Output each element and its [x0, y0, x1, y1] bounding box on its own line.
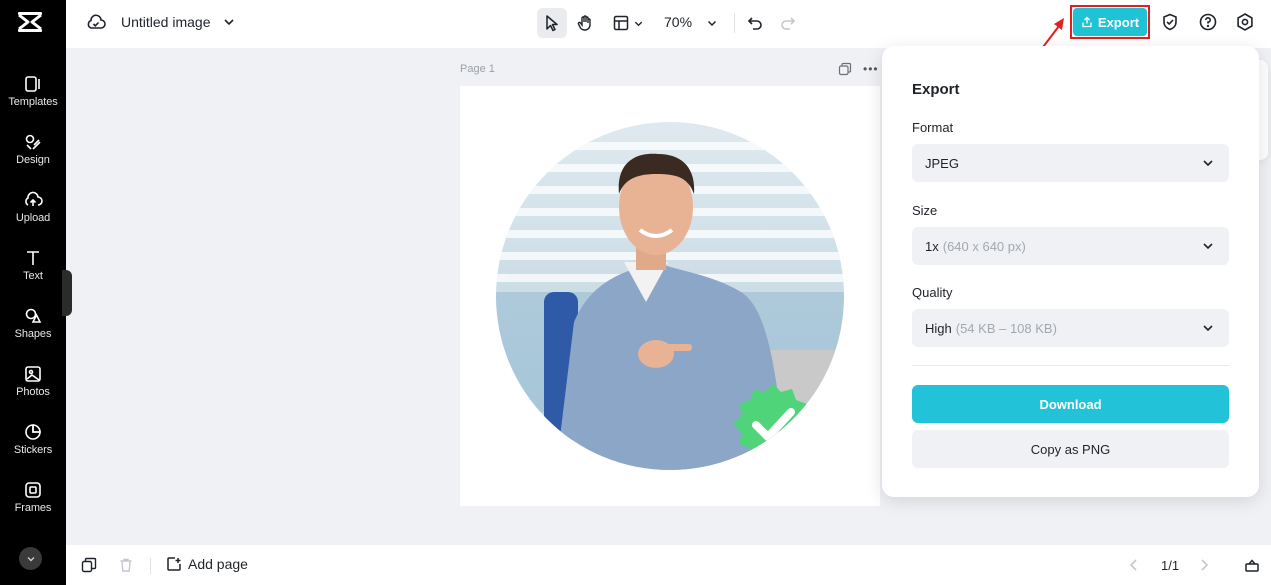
page-counter: 1/1	[1161, 558, 1180, 573]
chevron-down-icon	[1203, 243, 1213, 250]
format-value: JPEG	[925, 155, 959, 171]
copy-as-png-button[interactable]: Copy as PNG	[912, 430, 1229, 468]
design-canvas-page[interactable]	[460, 86, 880, 506]
undo-button[interactable]	[744, 8, 766, 38]
export-panel-title: Export	[912, 81, 960, 98]
sidebar-item-design[interactable]: Design	[0, 132, 66, 182]
help-icon[interactable]	[1198, 12, 1218, 32]
export-button[interactable]: Export	[1073, 8, 1147, 36]
zoom-level[interactable]: 70%	[664, 14, 692, 30]
trash-icon[interactable]	[118, 557, 134, 573]
page-more-options-icon[interactable]: •••	[863, 62, 879, 76]
sidebar-item-label: Text	[23, 270, 43, 282]
layers-icon[interactable]	[81, 557, 97, 573]
frames-icon	[25, 482, 41, 498]
hand-icon	[577, 15, 591, 31]
format-select[interactable]: JPEG	[912, 144, 1229, 182]
text-icon	[27, 251, 39, 265]
layout-icon	[613, 15, 629, 31]
sidebar-item-label: Templates	[8, 96, 58, 108]
layout-dropdown-button[interactable]	[607, 8, 649, 38]
download-button[interactable]: Download	[912, 385, 1229, 423]
add-page-label: Add page	[188, 556, 248, 572]
document-title[interactable]: Untitled image	[121, 14, 211, 30]
shield-icon[interactable]	[1160, 12, 1180, 32]
top-toolbar: Untitled image 70% Export	[66, 0, 1271, 60]
profile-photo[interactable]	[496, 122, 844, 470]
toolbar-divider	[734, 13, 735, 33]
size-label: Size	[912, 203, 938, 218]
design-icon	[25, 134, 41, 150]
redo-icon	[781, 17, 796, 30]
expand-pages-icon[interactable]	[1244, 557, 1260, 573]
cloud-sync-icon[interactable]	[86, 13, 106, 33]
format-label: Format	[912, 120, 954, 135]
undo-icon	[747, 17, 762, 30]
sidebar-item-frames[interactable]: Frames	[0, 480, 66, 530]
sidebar-item-label: Design	[16, 154, 50, 166]
chevron-down-icon	[27, 556, 34, 561]
export-button-label: Export	[1097, 14, 1140, 30]
chevron-down-icon[interactable]	[222, 15, 236, 29]
capcut-logo-icon[interactable]	[17, 11, 43, 33]
chevron-down-icon	[707, 20, 717, 27]
sidebar-item-photos[interactable]: Photos	[0, 364, 66, 414]
add-page-button[interactable]: Add page	[166, 556, 248, 572]
size-detail: (640 x 640 px)	[942, 238, 1026, 254]
sidebar-item-label: Photos	[16, 386, 50, 398]
sidebar-item-label: Frames	[14, 502, 52, 514]
bottom-toolbar: Add page 1/1	[66, 545, 1271, 585]
cursor-icon	[546, 15, 558, 32]
hand-tool-button[interactable]	[570, 8, 600, 38]
sidebar-item-upload[interactable]: Upload	[0, 190, 66, 240]
sidebar-item-label: Shapes	[14, 328, 52, 340]
duplicate-page-icon[interactable]	[838, 62, 852, 76]
sidebar-item-label: Upload	[15, 212, 51, 224]
quality-select[interactable]: High (54 KB – 108 KB)	[912, 309, 1229, 347]
shapes-icon	[25, 308, 42, 323]
upload-icon	[25, 191, 43, 206]
more-chevron-button[interactable]	[19, 547, 42, 570]
page-label: Page 1	[460, 63, 495, 75]
sidebar-item-shapes[interactable]: Shapes	[0, 306, 66, 356]
verified-badge-icon	[733, 384, 813, 464]
stickers-icon	[25, 424, 41, 440]
chevron-down-icon	[1203, 160, 1213, 167]
gear-icon[interactable]	[1235, 12, 1255, 32]
redo-button[interactable]	[777, 8, 799, 38]
photos-icon	[25, 366, 41, 382]
sidebar-item-text[interactable]: Text	[0, 248, 66, 298]
chevron-left-icon[interactable]	[1126, 557, 1142, 573]
chevron-right-icon[interactable]	[1196, 557, 1212, 573]
size-value: 1x	[925, 238, 939, 254]
templates-icon	[25, 76, 40, 92]
add-page-icon	[167, 557, 181, 571]
sidebar-item-templates[interactable]: Templates	[0, 74, 66, 124]
zoom-dropdown-button[interactable]	[703, 8, 721, 38]
sidebar-collapse-handle[interactable]	[62, 270, 72, 316]
select-tool-button[interactable]	[537, 8, 567, 38]
quality-detail: (54 KB – 108 KB)	[955, 320, 1057, 336]
panel-divider	[912, 365, 1229, 366]
sidebar-item-stickers[interactable]: Stickers	[0, 422, 66, 472]
quality-label: Quality	[912, 285, 953, 300]
left-sidebar: Templates Design Upload Text Shapes Phot…	[0, 0, 66, 585]
export-panel: Export Format JPEG Size 1x (640 x 640 px…	[882, 46, 1259, 497]
sidebar-item-label: Stickers	[13, 444, 53, 456]
bottom-divider	[150, 558, 151, 574]
size-select[interactable]: 1x (640 x 640 px)	[912, 227, 1229, 265]
share-upload-icon	[1082, 16, 1092, 28]
chevron-down-icon	[634, 21, 643, 26]
chevron-down-icon	[1203, 325, 1213, 332]
quality-value: High	[925, 320, 952, 336]
